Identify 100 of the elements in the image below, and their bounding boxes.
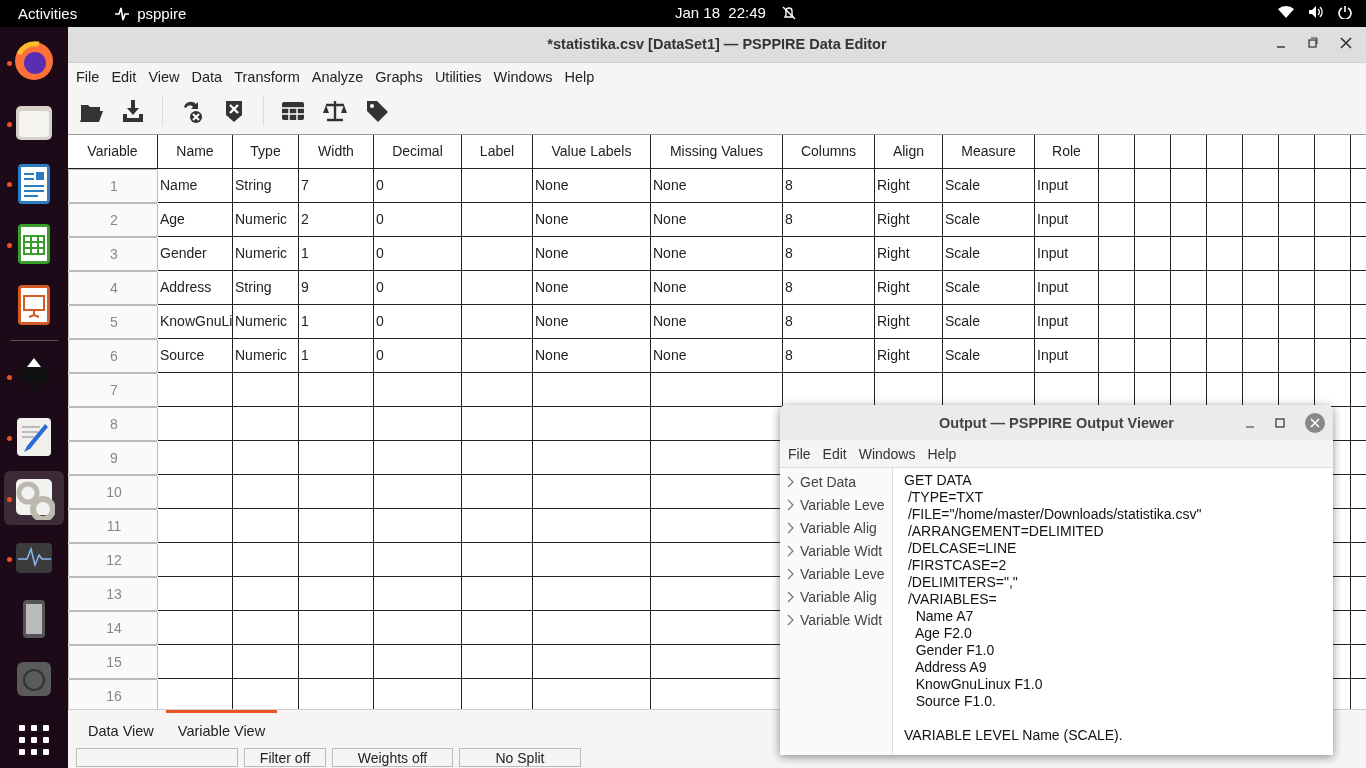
column-header[interactable]: Align [875,134,943,169]
table-cell[interactable] [233,474,299,509]
table-cell[interactable] [462,644,533,679]
table-cell[interactable] [299,406,374,441]
table-cell[interactable] [1171,236,1207,271]
table-cell[interactable]: Right [875,270,943,305]
table-cell[interactable] [233,644,299,679]
column-header[interactable]: Variable [68,134,158,169]
table-cell[interactable]: Numeric [233,304,299,339]
row-header[interactable]: 8 [68,406,158,441]
table-cell[interactable] [1207,304,1243,339]
table-cell[interactable] [158,372,233,407]
column-header[interactable] [1207,134,1243,169]
table-cell[interactable]: Input [1035,236,1099,271]
table-cell[interactable] [233,576,299,611]
table-cell[interactable]: 8 [783,304,875,339]
table-cell[interactable] [299,644,374,679]
table-cell[interactable] [1171,338,1207,373]
table-cell[interactable] [1279,270,1315,305]
table-cell[interactable] [1135,236,1171,271]
table-cell[interactable] [299,372,374,407]
table-cell[interactable] [374,542,462,577]
table-cell[interactable] [1135,270,1171,305]
view-tab[interactable]: Data View [76,710,166,749]
table-cell[interactable]: 1 [299,338,374,373]
column-header[interactable] [1099,134,1135,169]
table-cell[interactable]: Scale [943,236,1035,271]
table-cell[interactable]: 7 [299,168,374,203]
table-cell[interactable] [158,440,233,475]
table-cell[interactable] [374,610,462,645]
table-cell[interactable]: String [233,270,299,305]
table-cell[interactable] [1207,338,1243,373]
table-cell[interactable]: Input [1035,304,1099,339]
table-cell[interactable]: KnowGnuLi [158,304,233,339]
table-cell[interactable] [1135,168,1171,203]
table-cell[interactable] [462,542,533,577]
row-header[interactable]: 6 [68,338,158,373]
table-cell[interactable] [158,406,233,441]
table-cell[interactable]: 1 [299,236,374,271]
tree-item[interactable]: Variable Widt [800,611,883,628]
table-cell[interactable] [233,372,299,407]
menu-item[interactable]: Windows [852,445,922,462]
table-cell[interactable] [233,508,299,543]
table-cell[interactable]: None [533,270,651,305]
table-cell[interactable] [462,236,533,271]
table-cell[interactable]: String [233,168,299,203]
tree-item[interactable]: Variable Leve [800,565,885,582]
menu-item[interactable]: Help [921,445,963,462]
table-cell[interactable] [1315,338,1351,373]
table-cell[interactable] [1279,236,1315,271]
table-cell[interactable] [158,508,233,543]
column-header[interactable] [1315,134,1351,169]
table-cell[interactable]: Name [158,168,233,203]
table-cell[interactable]: Numeric [233,202,299,237]
table-cell[interactable] [158,474,233,509]
table-cell[interactable]: Scale [943,270,1035,305]
menu-item[interactable]: Transform [228,68,306,85]
row-header[interactable]: 9 [68,440,158,475]
table-cell[interactable]: None [533,236,651,271]
table-cell[interactable] [462,406,533,441]
table-cell[interactable]: Source [158,338,233,373]
table-cell[interactable]: None [651,168,783,203]
table-cell[interactable] [1135,304,1171,339]
menu-item[interactable]: File [70,68,106,85]
table-cell[interactable] [233,440,299,475]
table-cell[interactable] [233,610,299,645]
column-header[interactable]: Decimal [374,134,462,169]
table-cell[interactable] [1099,304,1135,339]
table-cell[interactable]: Right [875,338,943,373]
table-cell[interactable] [1279,202,1315,237]
power-icon[interactable] [1338,5,1352,19]
table-cell[interactable]: None [651,202,783,237]
table-cell[interactable]: None [533,338,651,373]
table-cell[interactable]: Input [1035,168,1099,203]
volume-icon[interactable] [1308,5,1324,19]
table-cell[interactable]: 0 [374,236,462,271]
table-cell[interactable] [1207,236,1243,271]
table-cell[interactable] [1099,168,1135,203]
expander-icon[interactable] [786,498,794,511]
table-cell[interactable]: Input [1035,202,1099,237]
expander-icon[interactable] [786,475,794,488]
tree-item[interactable]: Variable Widt [800,542,883,559]
table-cell[interactable] [1099,236,1135,271]
table-cell[interactable] [1099,338,1135,373]
table-cell[interactable] [1171,304,1207,339]
table-cell[interactable] [299,542,374,577]
table-cell[interactable] [299,610,374,645]
table-cell[interactable] [299,474,374,509]
table-cell[interactable] [1099,270,1135,305]
table-cell[interactable] [158,576,233,611]
table-cell[interactable] [158,610,233,645]
activities-button[interactable]: Activities [18,5,78,22]
app-menu[interactable]: psppire [113,4,187,23]
table-cell[interactable] [158,542,233,577]
row-header[interactable]: 3 [68,236,158,271]
menu-item[interactable]: Edit [105,68,143,85]
table-cell[interactable] [299,508,374,543]
table-cell[interactable]: None [533,202,651,237]
table-cell[interactable] [299,576,374,611]
table-cell[interactable] [1279,304,1315,339]
